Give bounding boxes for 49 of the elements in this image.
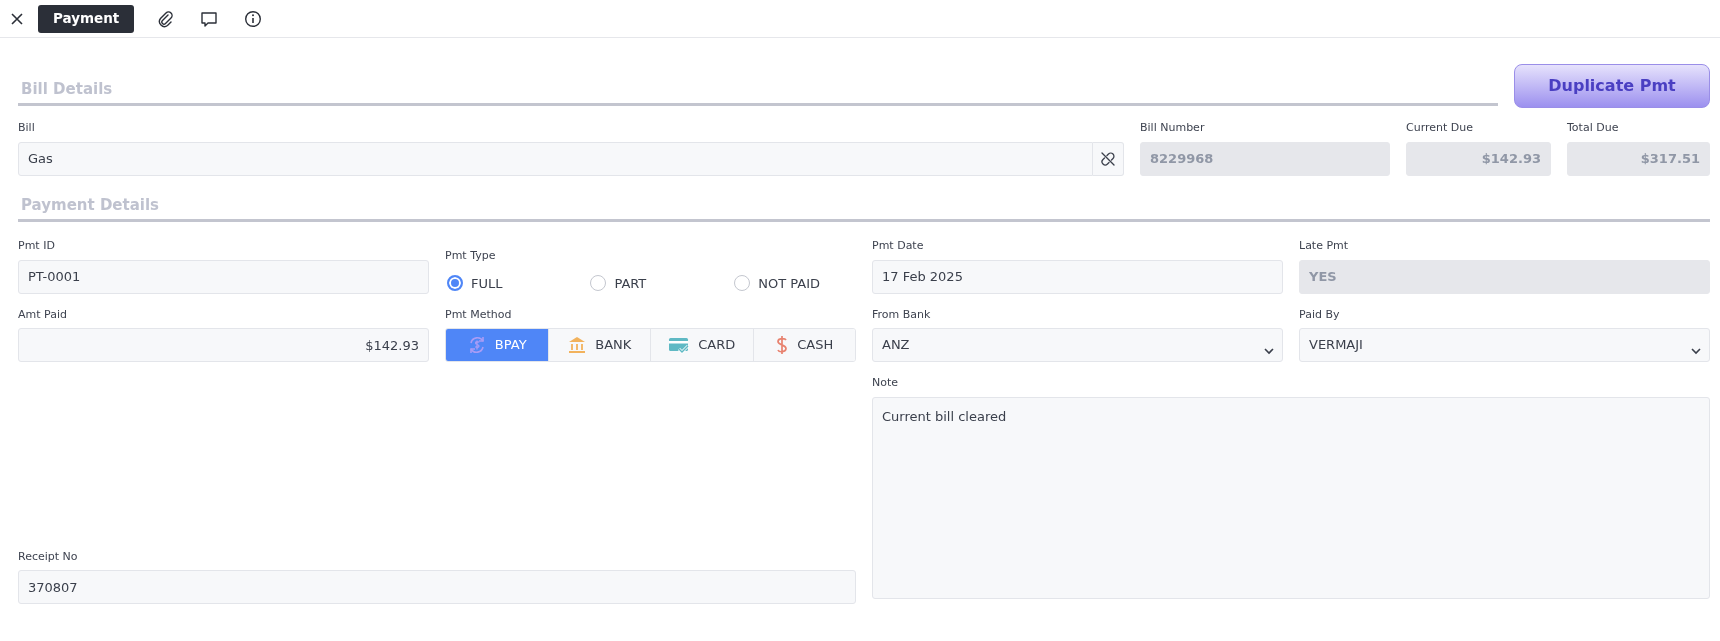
credit-card-icon bbox=[668, 335, 691, 355]
input-field[interactable]: Gas bbox=[18, 141, 1093, 176]
radio-button[interactable] bbox=[447, 275, 463, 292]
section-heading: Bill Details bbox=[18, 77, 1498, 107]
dollar-icon bbox=[775, 335, 790, 355]
chevron-down-icon bbox=[1264, 348, 1274, 355]
radio-button[interactable] bbox=[590, 275, 607, 292]
tab[interactable]: Payment bbox=[38, 4, 135, 33]
radio-option[interactable]: NOT PAID bbox=[734, 273, 820, 293]
field-label: Amt Paid bbox=[18, 306, 68, 323]
dropdown-field[interactable]: ANZ bbox=[872, 328, 1283, 362]
input-field[interactable]: 370807 bbox=[18, 570, 856, 604]
radio-label: NOT PAID bbox=[758, 274, 820, 293]
radio-option[interactable]: FULL bbox=[447, 273, 503, 293]
radio-option[interactable]: PART bbox=[590, 273, 647, 293]
field-label: Pmt ID bbox=[18, 238, 56, 254]
segment-button[interactable]: BANK bbox=[547, 329, 650, 361]
field-label: Pmt Method bbox=[445, 306, 513, 323]
info-icon bbox=[244, 9, 263, 28]
paperclip-icon bbox=[156, 9, 175, 28]
field-label: Paid By bbox=[1299, 306, 1341, 323]
broken-link-icon bbox=[1099, 150, 1116, 167]
duplicate-button[interactable]: Duplicate Pmt bbox=[1514, 64, 1710, 108]
radio-label: PART bbox=[614, 274, 647, 293]
note-field[interactable]: Current bill cleared bbox=[872, 396, 1710, 599]
field-label: Bill Number bbox=[1140, 120, 1206, 136]
bank-icon bbox=[567, 335, 588, 355]
field-label: Note bbox=[872, 375, 900, 391]
field-label: Pmt Date bbox=[872, 238, 925, 254]
input-field[interactable]: PT-0001 bbox=[18, 259, 429, 294]
field-label: Current Due bbox=[1406, 120, 1475, 136]
field-label: Pmt Type bbox=[445, 248, 497, 264]
section-heading: Payment Details bbox=[18, 193, 1710, 222]
field-label: Receipt No bbox=[18, 548, 79, 565]
unlink-button[interactable] bbox=[1092, 141, 1124, 176]
field-label: From Bank bbox=[872, 306, 932, 323]
chevron-down-icon bbox=[1691, 348, 1701, 355]
speech-bubble-icon bbox=[200, 9, 219, 28]
close-icon bbox=[10, 11, 24, 26]
field-label: Late Pmt bbox=[1299, 238, 1350, 254]
field-label: Total Due bbox=[1567, 120, 1620, 136]
radio-button[interactable] bbox=[734, 275, 751, 292]
field-label: Bill bbox=[18, 120, 36, 136]
segment-button[interactable]: CARD bbox=[650, 329, 753, 361]
input-field[interactable]: 17 Feb 2025 bbox=[872, 259, 1283, 294]
dropdown-field[interactable]: VERMAJI bbox=[1299, 328, 1710, 362]
radio-label: FULL bbox=[471, 274, 503, 293]
input-field[interactable]: $142.93 bbox=[18, 328, 429, 362]
segment-button[interactable]: CASH bbox=[752, 329, 855, 361]
